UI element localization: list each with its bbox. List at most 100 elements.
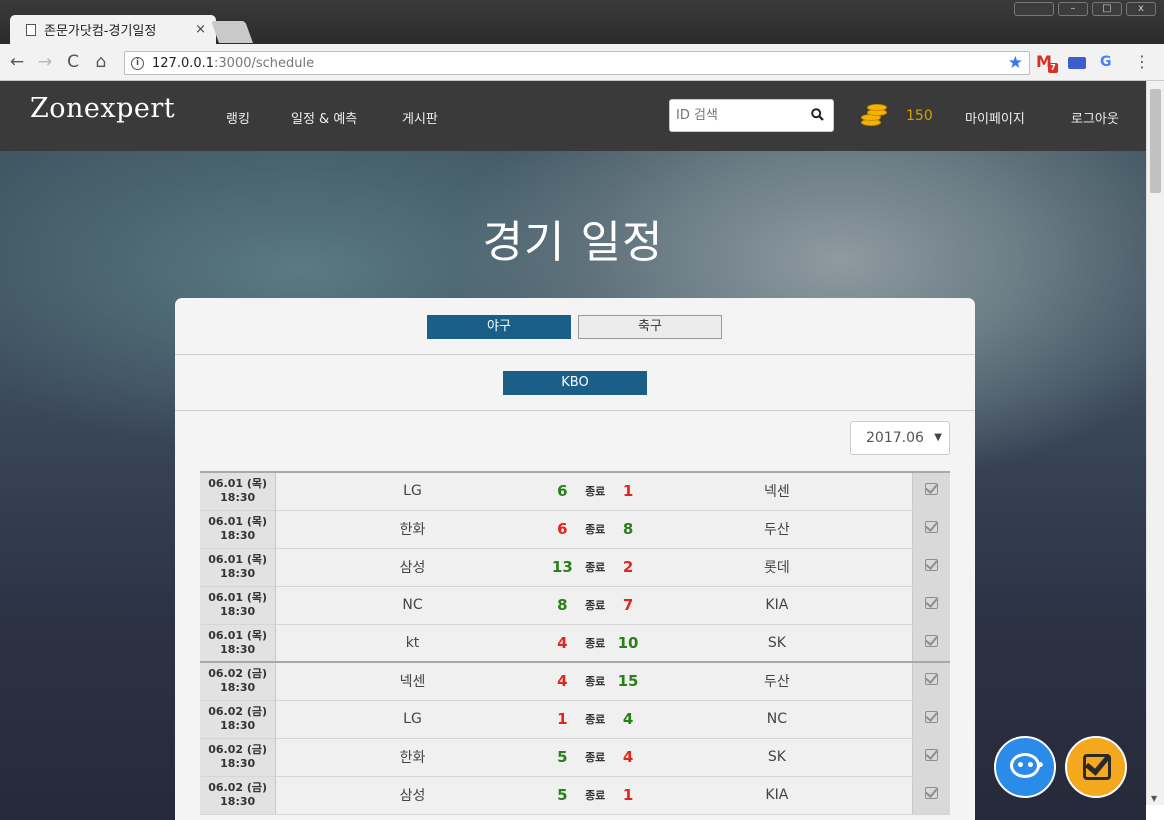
prediction-button[interactable] [1065,736,1127,798]
game-date: 06.01 (목) [208,553,268,566]
schedule-table: 06.01 (목) 18:30 LG 6 종료 1 넥센 06.01 (목) 18:30 한화 6 종… [200,471,950,815]
close-window-button[interactable]: x [1126,2,1156,16]
game-status: 종료 [575,776,615,815]
check-square-icon[interactable] [925,597,939,609]
game-datetime: 06.01 (목) 18:30 [200,548,277,587]
home-icon[interactable]: ⌂ [90,51,112,73]
game-status: 종료 [575,471,615,511]
window-menu-button[interactable] [1014,2,1054,16]
browser-menu-icon[interactable]: ⋮ [1134,52,1150,72]
predict-cell[interactable] [912,700,950,739]
chat-button[interactable]: ••• [994,736,1056,798]
game-time: 18:30 [220,642,256,656]
nav-mypage[interactable]: 마이페이지 [965,108,1025,127]
check-square-icon[interactable] [925,483,939,496]
predict-cell[interactable] [912,661,950,701]
page-viewport: 경기 일정 Zonexpert 랭킹 일정 & 예측 게시판 150 마이페이지… [0,81,1164,820]
scrollbar-thumb[interactable] [1150,89,1161,193]
home-score: 4 [548,661,576,701]
scroll-down-arrow[interactable]: ▼ [1151,794,1157,803]
browser-tab[interactable]: 존문가닷컴-경기일정 × [10,15,216,44]
forward-icon[interactable]: → [34,51,56,73]
tab-title: 존문가닷컴-경기일정 [44,24,157,39]
check-square-icon[interactable] [925,559,939,571]
predict-cell[interactable] [912,548,950,587]
game-status: 종료 [575,586,615,625]
minimize-button[interactable]: – [1058,2,1088,16]
address-bar[interactable]: i 127.0.0.1:3000/schedule ★ [124,51,1030,75]
check-square-icon[interactable] [925,749,939,761]
away-team: NC [641,700,913,739]
league-button-kbo[interactable]: KBO [503,371,647,395]
game-status: 종료 [575,510,615,549]
away-team: SK [641,738,913,777]
gmail-badge: 7 [1048,63,1058,73]
game-time: 18:30 [220,719,256,732]
predict-cell[interactable] [912,738,950,777]
nav-logout[interactable]: 로그아웃 [1071,108,1119,127]
predict-cell[interactable] [912,776,950,815]
nav-schedule[interactable]: 일정 & 예측 [291,108,357,127]
bookmark-star-icon[interactable]: ★ [1008,53,1023,73]
game-time: 18:30 [220,491,256,505]
away-score: 7 [614,586,642,625]
check-square-icon[interactable] [925,673,939,686]
gmail-extension-icon[interactable]: M7 [1036,53,1058,73]
reload-icon[interactable]: C [62,51,84,73]
predict-cell[interactable] [912,586,950,625]
back-icon[interactable]: ← [6,51,28,73]
page-icon [26,23,36,36]
nav-ranking[interactable]: 랭킹 [226,108,250,127]
game-date: 06.01 (목) [208,515,268,528]
month-select[interactable]: 2017.06 ▼ [850,421,950,455]
game-date: 06.02 (금) [208,705,268,718]
check-square-icon[interactable] [925,634,939,647]
game-date: 06.01 (목) [208,628,268,642]
tab-close-icon[interactable]: × [195,22,206,37]
home-score: 5 [548,738,576,777]
away-score: 1 [614,776,642,815]
check-square-icon[interactable] [925,787,939,799]
away-team: 롯데 [641,548,913,587]
home-score: 4 [548,624,576,663]
away-team: KIA [641,776,913,815]
new-tab-button[interactable] [210,21,254,43]
id-search-box [669,99,834,132]
away-score: 4 [614,700,642,739]
site-navbar: Zonexpert 랭킹 일정 & 예측 게시판 150 마이페이지 로그아웃 [0,81,1146,151]
page-scrollbar[interactable]: ▼ [1146,81,1164,805]
away-score: 15 [614,661,642,701]
game-row: 06.02 (금) 18:30 한화 5 종료 4 SK [200,738,950,777]
game-date: 06.02 (금) [208,743,268,756]
folder-extension-icon[interactable] [1068,57,1086,69]
home-score: 5 [548,776,576,815]
translate-extension-icon[interactable]: G [1100,53,1120,71]
home-score: 13 [548,548,576,587]
away-score: 8 [614,510,642,549]
search-icon[interactable] [811,108,824,121]
game-time: 18:30 [220,567,256,580]
coin-count: 150 [906,108,933,124]
sport-tab-soccer[interactable]: 축구 [578,315,722,339]
game-datetime: 06.02 (금) 18:30 [200,661,277,701]
game-datetime: 06.01 (목) 18:30 [200,586,277,625]
info-icon[interactable]: i [131,56,144,70]
predict-cell[interactable] [912,510,950,549]
id-search-input[interactable] [670,100,800,131]
check-square-icon[interactable] [925,711,939,723]
predict-cell[interactable] [912,624,950,663]
away-score: 4 [614,738,642,777]
nav-board[interactable]: 게시판 [402,108,438,127]
site-logo[interactable]: Zonexpert [30,93,175,124]
game-date: 06.02 (금) [208,781,268,794]
sport-tab-baseball[interactable]: 야구 [427,315,571,339]
home-score: 6 [548,510,576,549]
predict-cell[interactable] [912,471,950,511]
window-controls: – □ x [1014,2,1156,16]
maximize-button[interactable]: □ [1092,2,1122,16]
game-time: 18:30 [220,681,256,695]
away-score: 1 [614,471,642,511]
home-team: 삼성 [275,776,549,815]
game-row: 06.01 (목) 18:30 삼성 13 종료 2 롯데 [200,548,950,587]
check-square-icon[interactable] [925,521,939,533]
